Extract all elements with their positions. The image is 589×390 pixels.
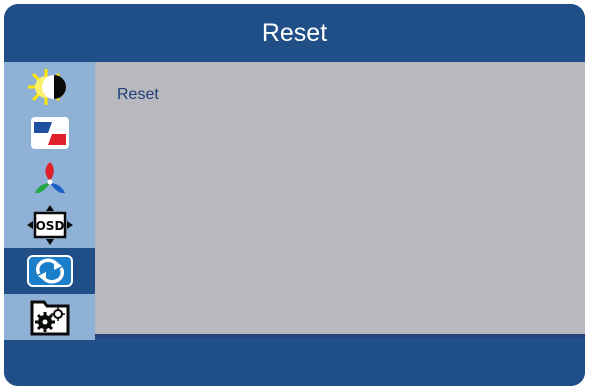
brightness-contrast-icon xyxy=(26,67,74,107)
osd-setup-icon: OSD xyxy=(25,204,75,246)
page-title: Reset xyxy=(261,18,328,47)
color-rgb-icon xyxy=(30,159,70,199)
footer-bar xyxy=(4,340,585,386)
sidebar: OSD xyxy=(4,62,95,340)
osd-window: Reset OSD Reset xyxy=(4,4,585,386)
image-setup-icon xyxy=(30,116,70,150)
svg-text:OSD: OSD xyxy=(35,219,64,233)
sidebar-item-extra[interactable] xyxy=(4,294,95,340)
sidebar-item-reset[interactable] xyxy=(4,248,95,294)
content-panel: Reset xyxy=(95,62,585,338)
sidebar-item-brightness[interactable] xyxy=(4,64,95,110)
sidebar-item-color[interactable] xyxy=(4,156,95,202)
reset-icon xyxy=(26,255,73,287)
sidebar-item-image-setup[interactable] xyxy=(4,110,95,156)
sidebar-item-osd[interactable]: OSD xyxy=(4,202,95,248)
extra-settings-icon xyxy=(28,298,72,336)
reset-option-label[interactable]: Reset xyxy=(117,86,159,104)
